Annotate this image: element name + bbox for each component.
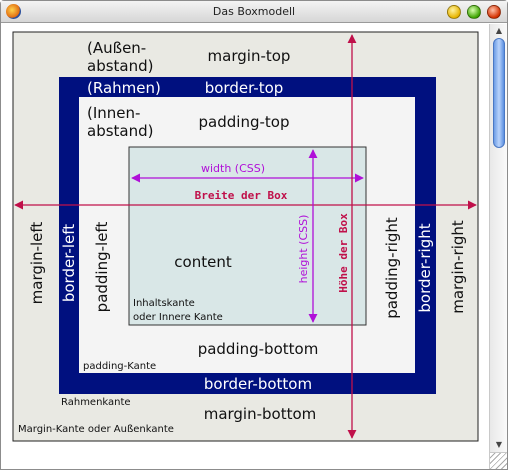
border-right-label: border-right <box>416 223 434 312</box>
border-top-label: border-top <box>205 79 284 97</box>
padding-left-label: padding-left <box>93 222 111 313</box>
hoehe-der-box-label: Höhe der Box <box>337 213 350 293</box>
margin-kante-label: Margin-Kante oder Außenkante <box>18 424 174 435</box>
padding-right-label: padding-right <box>383 217 401 319</box>
padding-note-line1: (Innen- <box>87 104 140 122</box>
margin-note-line2: abstand) <box>87 57 153 75</box>
inhaltskante-line2: oder Innere Kante <box>133 312 223 323</box>
border-left-label: border-left <box>60 224 78 302</box>
scrollbar-thumb[interactable] <box>493 38 505 148</box>
padding-bottom-label: padding-bottom <box>198 340 319 358</box>
margin-top-label: margin-top <box>208 47 291 65</box>
height-css-label: height (CSS) <box>297 215 310 284</box>
content-label: content <box>174 253 232 271</box>
margin-note-line1: (Außen- <box>87 39 146 57</box>
scroll-up-arrow[interactable]: ▲ <box>490 24 508 38</box>
border-note: (Rahmen) <box>87 79 161 97</box>
vertical-scrollbar[interactable]: ▲ ▼ <box>489 24 507 452</box>
padding-kante-label: padding-Kante <box>83 361 156 372</box>
inhaltskante-line1: Inhaltskante <box>133 298 195 309</box>
scroll-down-arrow[interactable]: ▼ <box>490 438 508 452</box>
margin-right-label: margin-right <box>449 220 467 314</box>
browser-window: Das Boxmodell (Außen- abstand) margin-to… <box>0 0 508 470</box>
rahmenkante-label: Rahmenkante <box>61 397 131 408</box>
padding-note-line2: abstand) <box>87 122 153 140</box>
resize-grip[interactable] <box>489 452 507 469</box>
margin-left-label: margin-left <box>28 222 46 305</box>
padding-top-label: padding-top <box>199 113 290 131</box>
border-bottom-label: border-bottom <box>204 375 312 393</box>
margin-bottom-label: margin-bottom <box>204 405 317 423</box>
breite-der-box-label: Breite der Box <box>195 189 288 202</box>
width-css-label: width (CSS) <box>201 162 265 175</box>
box-model-diagram: (Außen- abstand) margin-top (Rahmen) bor… <box>12 31 479 442</box>
